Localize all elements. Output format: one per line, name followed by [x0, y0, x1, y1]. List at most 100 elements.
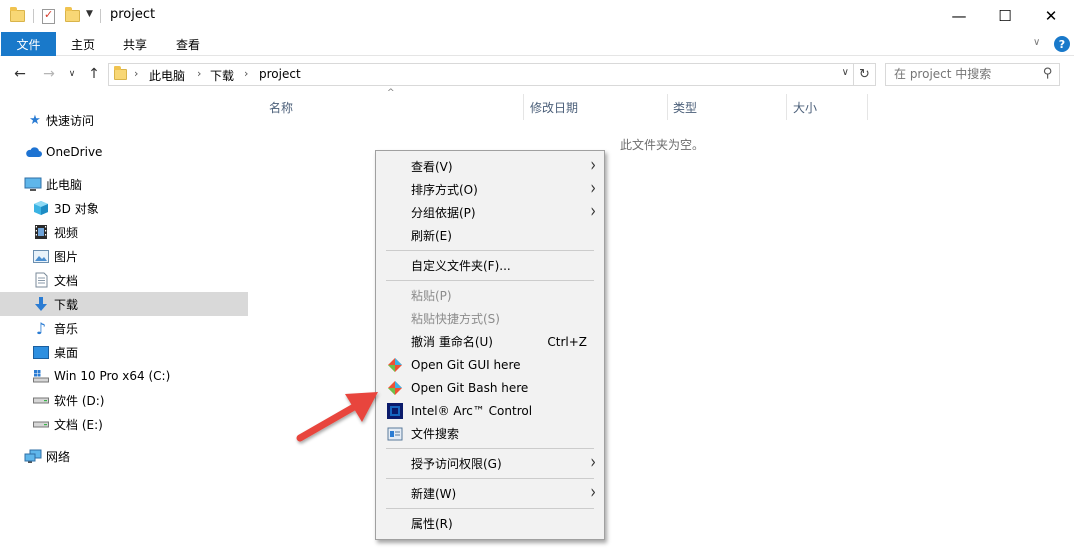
nav-item-this-pc[interactable]: 此电脑 [0, 172, 248, 196]
new-folder-icon[interactable] [65, 7, 80, 24]
help-icon[interactable]: ? [1054, 36, 1070, 52]
tab-view[interactable]: 查看 [176, 32, 200, 56]
column-header-size[interactable]: 大小 [793, 96, 817, 118]
menu-separator [386, 508, 594, 509]
drive-icon [32, 392, 50, 408]
address-folder-icon [114, 66, 127, 80]
nav-item-documents[interactable]: 文档 [0, 268, 248, 292]
nav-label: 图片 [54, 249, 79, 264]
videos-icon [32, 224, 50, 240]
nav-label: OneDrive [46, 145, 103, 159]
menu-separator [386, 448, 594, 449]
search-box[interactable]: ⚲ [885, 63, 1060, 86]
menu-item-new[interactable]: 新建(W) › [378, 482, 604, 505]
menu-shortcut: Ctrl+Z [547, 334, 587, 349]
menu-label: 分组依据(P) [411, 206, 476, 220]
nav-item-onedrive[interactable]: OneDrive [0, 140, 248, 164]
nav-item-pictures[interactable]: 图片 [0, 244, 248, 268]
address-bar[interactable]: › 此电脑 › 下载 › project ∨ [108, 63, 854, 86]
nav-label: 下载 [54, 297, 79, 312]
annotation-arrow-icon [296, 392, 378, 442]
column-header-date-modified[interactable]: 修改日期 [530, 96, 578, 118]
customize-toolbar-dropdown-icon[interactable]: ▼ [86, 9, 93, 19]
nav-item-drive-c[interactable]: Win 10 Pro x64 (C:) [0, 364, 248, 388]
refresh-icon[interactable]: ↻ [854, 63, 876, 86]
breadcrumb-separator-icon[interactable]: › [244, 67, 248, 80]
breadcrumb-separator-icon[interactable]: › [197, 67, 201, 80]
menu-item-customize-folder[interactable]: 自定义文件夹(F)... [378, 254, 604, 277]
menu-item-paste-shortcut[interactable]: 粘贴快捷方式(S) [378, 307, 604, 330]
window-title: project [110, 7, 156, 22]
menu-separator [386, 478, 594, 479]
column-divider[interactable] [667, 94, 668, 120]
music-note-icon: ♪ [35, 318, 47, 338]
column-divider[interactable] [867, 94, 868, 120]
back-arrow-icon[interactable]: ← [10, 64, 30, 84]
folder-icon [10, 7, 25, 24]
properties-icon[interactable] [42, 8, 55, 24]
menu-label: Open Git Bash here [411, 380, 529, 395]
nav-label: Win 10 Pro x64 (C:) [54, 369, 171, 383]
nav-item-network[interactable]: 网络 [0, 444, 248, 468]
menu-item-open-git-gui[interactable]: Open Git GUI here [378, 353, 604, 376]
nav-label: 快速访问 [46, 113, 95, 128]
menu-item-group-by[interactable]: 分组依据(P) › [378, 201, 604, 224]
menu-item-sort-by[interactable]: 排序方式(O) › [378, 178, 604, 201]
search-icon[interactable]: ⚲ [1043, 66, 1053, 81]
nav-label: 音乐 [54, 321, 79, 336]
nav-label: 网络 [46, 449, 71, 464]
tab-share[interactable]: 共享 [123, 32, 147, 56]
address-dropdown-chevron-icon[interactable]: ∨ [842, 67, 849, 78]
maximize-button[interactable]: ☐ [982, 0, 1028, 31]
search-input[interactable] [894, 67, 1034, 81]
nav-label: 软件 (D:) [54, 393, 105, 408]
breadcrumb-separator-icon[interactable]: › [134, 67, 138, 80]
menu-label: 授予访问权限(G) [411, 457, 502, 471]
menu-item-view[interactable]: 查看(V) › [378, 155, 604, 178]
nav-item-quick-access[interactable]: ★ 快速访问 [0, 108, 248, 132]
menu-item-file-search[interactable]: 文件搜索 [378, 422, 604, 445]
context-menu: 查看(V) › 排序方式(O) › 分组依据(P) › 刷新(E) 自定义文件夹… [375, 150, 605, 540]
desktop-icon [32, 344, 50, 360]
recent-locations-chevron-icon[interactable]: ∨ [65, 64, 79, 84]
nav-item-desktop[interactable]: 桌面 [0, 340, 248, 364]
nav-label: 桌面 [54, 345, 79, 360]
menu-item-intel-arc-control[interactable]: Intel® Arc™ Control [378, 399, 604, 422]
nav-item-videos[interactable]: 视频 [0, 220, 248, 244]
nav-item-downloads[interactable]: 下载 [0, 292, 248, 316]
nav-item-3d-objects[interactable]: 3D 对象 [0, 196, 248, 220]
menu-item-undo-rename[interactable]: 撤消 重命名(U) Ctrl+Z [378, 330, 604, 353]
breadcrumb-downloads[interactable]: 下载 [210, 67, 234, 84]
up-arrow-icon[interactable]: ↑ [85, 64, 103, 84]
tab-file[interactable]: 文件 [1, 32, 56, 56]
tab-home[interactable]: 主页 [71, 32, 95, 56]
column-header-type[interactable]: 类型 [673, 96, 697, 118]
menu-label: Intel® Arc™ Control [411, 403, 533, 418]
column-divider[interactable] [786, 94, 787, 120]
menu-separator [386, 280, 594, 281]
breadcrumb-this-pc[interactable]: 此电脑 [149, 67, 185, 84]
menu-item-open-git-bash[interactable]: Open Git Bash here [378, 376, 604, 399]
nav-item-drive-e[interactable]: 文档 (E:) [0, 412, 248, 436]
sort-ascending-caret-icon: ^ [387, 88, 395, 98]
column-divider[interactable] [523, 94, 524, 120]
submenu-arrow-icon: › [590, 482, 596, 504]
nav-item-drive-d[interactable]: 软件 (D:) [0, 388, 248, 412]
menu-item-give-access[interactable]: 授予访问权限(G) › [378, 452, 604, 475]
menu-label: 查看(V) [411, 160, 453, 174]
menu-separator [386, 250, 594, 251]
expand-ribbon-chevron-icon[interactable]: ∨ [1033, 37, 1040, 48]
nav-label: 3D 对象 [54, 201, 99, 216]
downloads-icon [32, 296, 50, 312]
nav-label: 文档 [54, 273, 79, 288]
windows-drive-icon [32, 368, 50, 384]
nav-item-music[interactable]: ♪ 音乐 [0, 316, 248, 340]
menu-item-refresh[interactable]: 刷新(E) [378, 224, 604, 247]
column-header-name[interactable]: 名称 [269, 96, 293, 118]
menu-item-paste[interactable]: 粘贴(P) [378, 284, 604, 307]
menu-item-properties[interactable]: 属性(R) [378, 512, 604, 535]
forward-arrow-icon[interactable]: → [39, 64, 59, 84]
minimize-button[interactable]: — [936, 0, 982, 31]
close-button[interactable]: ✕ [1028, 0, 1074, 31]
breadcrumb-project[interactable]: project [259, 67, 301, 81]
